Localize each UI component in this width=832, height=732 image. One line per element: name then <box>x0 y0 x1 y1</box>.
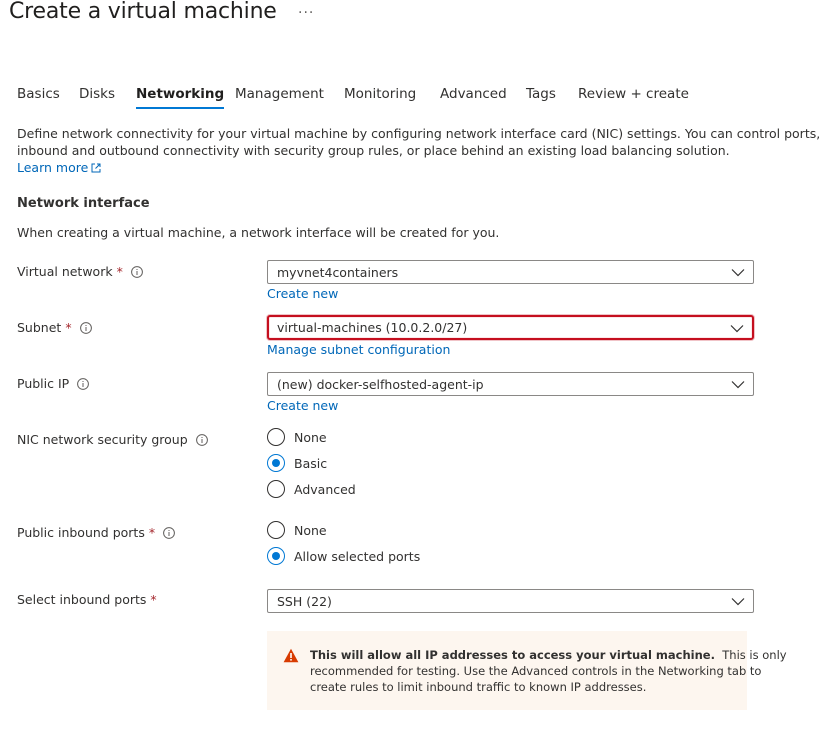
select-inbound-ports-label: Select inbound ports * <box>17 592 157 607</box>
more-options-icon[interactable]: ··· <box>298 5 314 21</box>
public-ip-label-text: Public IP <box>17 376 70 391</box>
intro-description: Define network connectivity for your vir… <box>17 125 821 176</box>
page-title: Create a virtual machine <box>9 0 277 24</box>
select-inbound-ports-dropdown[interactable]: SSH (22) <box>267 589 754 613</box>
nic-nsg-option-basic[interactable]: Basic <box>267 454 327 472</box>
radio-label: None <box>294 429 327 445</box>
info-icon[interactable] <box>130 265 143 278</box>
radio-label: None <box>294 522 327 538</box>
warning-line-3: create rules to limit inbound traffic to… <box>310 680 647 694</box>
virtual-network-value: myvnet4containers <box>277 264 399 280</box>
required-marker: * <box>116 264 123 279</box>
tab-management[interactable]: Management <box>235 86 324 102</box>
chevron-down-icon <box>731 598 745 606</box>
learn-more-label: Learn more <box>17 160 89 175</box>
public-ip-label: Public IP <box>17 376 90 391</box>
virtual-network-dropdown[interactable]: myvnet4containers <box>267 260 754 284</box>
radio-label: Basic <box>294 455 328 471</box>
info-icon[interactable] <box>77 377 90 390</box>
required-marker: * <box>148 525 156 540</box>
radio-button-selected[interactable] <box>267 547 285 565</box>
radio-button-selected[interactable] <box>267 454 285 472</box>
nic-nsg-option-advanced[interactable]: Advanced <box>267 480 356 498</box>
public-ip-value: (new) docker-selfhosted-agent-ip <box>277 376 484 392</box>
learn-more-link[interactable]: Learn more <box>17 160 101 175</box>
manage-subnet-link[interactable]: Manage subnet configuration <box>267 342 450 357</box>
warning-icon <box>283 648 299 663</box>
warning-line-1: This will allow all IP addresses to acce… <box>310 647 787 663</box>
public-inbound-ports-label: Public inbound ports * <box>17 525 175 540</box>
info-icon[interactable] <box>195 433 208 446</box>
create-new-vnet-link[interactable]: Create new <box>267 286 338 301</box>
radio-button[interactable] <box>267 480 285 498</box>
info-icon[interactable] <box>163 526 175 539</box>
network-interface-heading: Network interface <box>17 196 150 211</box>
warning-line-2: recommended for testing. Use the Advance… <box>310 664 762 678</box>
radio-button[interactable] <box>267 521 285 539</box>
external-link-icon <box>91 163 101 173</box>
virtual-network-label-text: Virtual network <box>17 264 113 279</box>
public-ip-dropdown[interactable]: (new) docker-selfhosted-agent-ip <box>267 372 754 396</box>
select-inbound-ports-label-text: Select inbound ports <box>17 592 147 607</box>
radio-label: Advanced <box>294 481 356 497</box>
inbound-ports-option-none[interactable]: None <box>267 521 327 539</box>
info-icon[interactable] <box>79 321 92 334</box>
create-new-public-ip-link[interactable]: Create new <box>267 398 338 413</box>
intro-line-2: inbound and outbound connectivity with s… <box>17 143 730 158</box>
nic-nsg-label-text: NIC network security group <box>17 432 188 447</box>
public-inbound-ports-label-text: Public inbound ports <box>17 525 145 540</box>
nic-nsg-label: NIC network security group <box>17 432 208 447</box>
inbound-ports-option-allow-selected[interactable]: Allow selected ports <box>267 547 420 565</box>
subnet-value: virtual-machines (10.0.2.0/27) <box>277 320 468 335</box>
chevron-down-icon <box>730 324 744 332</box>
chevron-down-icon <box>731 381 745 389</box>
required-marker: * <box>65 320 72 335</box>
tab-monitoring[interactable]: Monitoring <box>344 86 416 102</box>
tab-review-create[interactable]: Review + create <box>578 86 689 102</box>
warning-line-1-rest: This is only <box>722 648 787 662</box>
required-marker: * <box>150 592 157 607</box>
select-inbound-ports-value: SSH (22) <box>277 593 332 609</box>
virtual-network-label: Virtual network * <box>17 264 143 279</box>
tab-disks[interactable]: Disks <box>79 86 115 102</box>
tab-tags[interactable]: Tags <box>526 86 556 102</box>
radio-label: Allow selected ports <box>294 548 421 564</box>
subnet-dropdown[interactable]: virtual-machines (10.0.2.0/27) <box>267 315 754 340</box>
intro-line-1: Define network connectivity for your vir… <box>17 126 821 141</box>
chevron-down-icon <box>731 269 745 277</box>
subnet-label-text: Subnet <box>17 320 62 335</box>
subnet-label: Subnet * <box>17 320 92 335</box>
radio-button[interactable] <box>267 428 285 446</box>
warning-message: This will allow all IP addresses to acce… <box>267 631 787 710</box>
tab-basics[interactable]: Basics <box>17 86 60 102</box>
warning-bold-text: This will allow all IP addresses to acce… <box>310 648 715 662</box>
tab-advanced[interactable]: Advanced <box>440 86 507 102</box>
tab-networking[interactable]: Networking <box>136 86 225 109</box>
nic-nsg-option-none[interactable]: None <box>267 428 327 446</box>
network-interface-subtitle: When creating a virtual machine, a netwo… <box>17 225 500 240</box>
